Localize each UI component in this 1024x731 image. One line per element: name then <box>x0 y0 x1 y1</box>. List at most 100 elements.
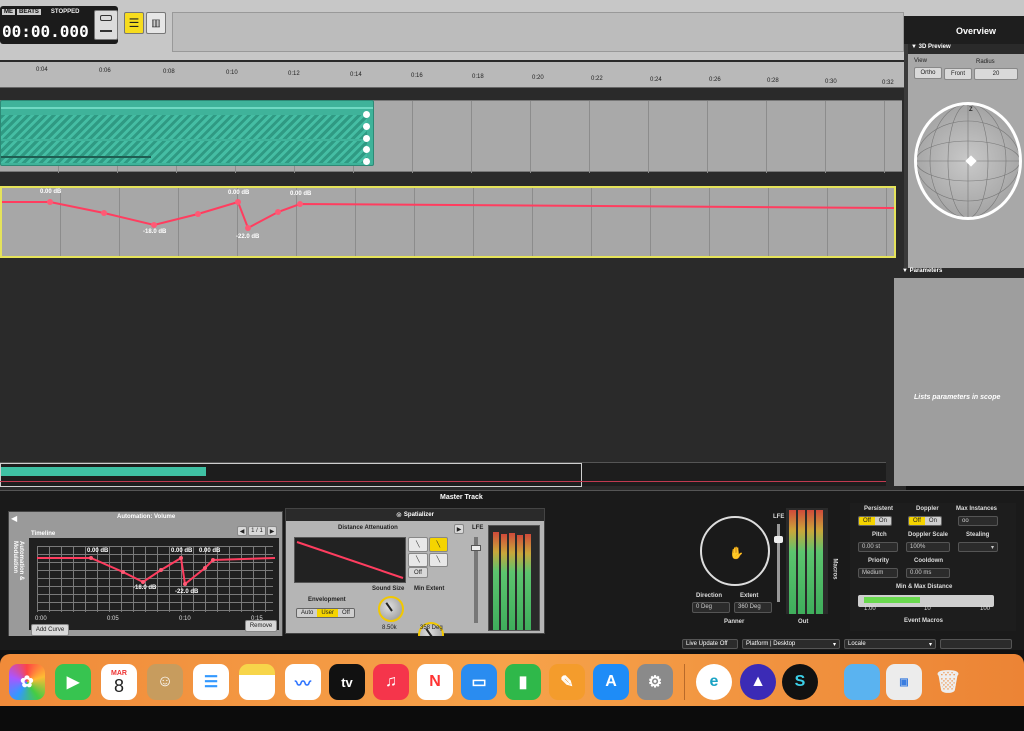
lfe-slider[interactable] <box>471 537 481 623</box>
overview-strip[interactable] <box>0 462 886 487</box>
doppler-toggle[interactable]: Off On <box>908 516 942 526</box>
music-icon[interactable]: ♫ <box>373 664 409 700</box>
macros-label: Macros <box>831 558 838 580</box>
stealing-dropdown[interactable]: ▾ <box>958 542 998 552</box>
master-lfe-slider[interactable] <box>774 524 783 602</box>
env-off-option[interactable]: Off <box>338 609 354 617</box>
automation-point[interactable] <box>235 199 241 205</box>
mini-volume-curve[interactable] <box>29 538 279 630</box>
play-icon[interactable]: ▶ <box>454 524 464 534</box>
radius-label: Radius <box>976 59 995 65</box>
reminders-icon[interactable]: ☰ <box>193 664 229 700</box>
edge-icon[interactable]: e <box>696 664 732 700</box>
persistent-toggle[interactable]: Off On <box>858 516 892 526</box>
list-icon: ☰ <box>128 16 140 30</box>
notes-icon[interactable] <box>239 664 275 700</box>
automation-point[interactable] <box>195 211 201 217</box>
contacts-icon[interactable]: ☺ <box>147 664 183 700</box>
live-update-button[interactable]: Live Update Off <box>682 639 738 649</box>
stealing-label: Stealing <box>966 532 990 538</box>
facetime-icon[interactable]: ▶ <box>55 664 91 700</box>
automation-lane[interactable]: 0.00 dB -18.0 dB 0.00 dB -22.0 dB 0.00 d… <box>0 186 896 258</box>
doppler-scale-field[interactable]: 100% <box>906 542 950 552</box>
overview-viewport[interactable] <box>0 463 582 487</box>
system-settings-icon[interactable]: ⚙ <box>637 664 673 700</box>
timeline-ruler[interactable]: 0:04 0:06 0:08 0:10 0:12 0:14 0:16 0:18 … <box>0 62 904 88</box>
automation-point[interactable] <box>275 209 281 215</box>
doppler-on[interactable]: On <box>924 517 941 525</box>
folder-icon[interactable] <box>844 664 880 700</box>
beats-mode-tab[interactable]: BEATS <box>17 9 41 15</box>
direction-field[interactable]: 0 Deg <box>692 602 730 613</box>
keynote-icon[interactable]: ▭ <box>461 664 497 700</box>
sound-size-knob[interactable] <box>378 596 404 622</box>
automation-point[interactable] <box>297 201 303 207</box>
attenuation-graph[interactable] <box>294 537 406 583</box>
loop-toggle[interactable] <box>94 10 118 40</box>
collapse-arrow-icon[interactable]: ◀ <box>11 514 17 523</box>
doppler-label: Doppler <box>916 506 939 512</box>
inverse-curve-icon[interactable]: ╲ <box>428 552 448 567</box>
slider-thumb[interactable] <box>471 545 481 551</box>
fmod-icon[interactable]: S <box>782 664 818 700</box>
platform-dropdown[interactable]: Platform | Desktop ▾ <box>742 639 840 649</box>
app-store-icon[interactable]: A <box>593 664 629 700</box>
out-label: Out <box>798 619 809 625</box>
preview-sphere[interactable]: Z <box>914 102 1022 220</box>
linear-curve-active-icon[interactable]: ╲ <box>428 537 448 552</box>
remove-button[interactable]: Remove <box>245 620 277 632</box>
persistent-on[interactable]: On <box>874 517 891 525</box>
next-page-icon[interactable]: ▶ <box>267 526 277 536</box>
automation-point[interactable] <box>151 222 157 228</box>
doppler-off[interactable]: Off <box>909 517 925 525</box>
cooldown-field[interactable]: 0.00 ms <box>906 568 950 578</box>
linear-curve-icon[interactable]: ╲ <box>408 537 428 552</box>
max-instances-field[interactable]: oo <box>958 516 998 526</box>
photos-icon[interactable]: ✿ <box>9 664 45 700</box>
radius-field[interactable]: 20 <box>974 68 1018 80</box>
pages-icon[interactable]: ✎ <box>549 664 585 700</box>
section-header[interactable]: ▼ Parameters <box>894 268 1024 278</box>
front-button[interactable]: Front <box>944 68 972 80</box>
extent-field[interactable]: 360 Deg <box>734 602 772 613</box>
trash-icon[interactable]: 🗑 <box>930 664 966 700</box>
envelopment-toggle[interactable]: Auto User Off <box>296 608 355 618</box>
distance-attenuation-label: Distance Attenuation <box>338 525 398 531</box>
automation-point[interactable] <box>47 199 53 205</box>
event-macros-label: Event Macros <box>904 618 944 624</box>
arc-icon[interactable]: ▲ <box>740 664 776 700</box>
preview-icon[interactable]: ▣ <box>886 664 922 700</box>
page-nav[interactable]: ◀ 1 / 1 ▶ <box>237 526 277 536</box>
attenuation-off-button[interactable]: Off <box>408 567 428 578</box>
freeform-icon[interactable]: 〰 <box>285 664 321 700</box>
pitch-field[interactable]: 0.00 st <box>858 542 898 552</box>
time-mode-tab[interactable]: ME <box>2 9 15 15</box>
env-user-option[interactable]: User <box>317 609 339 617</box>
persistent-off[interactable]: Off <box>859 517 875 525</box>
volume-curve[interactable] <box>2 188 894 256</box>
dock-separator <box>684 664 685 700</box>
mixer-view-button[interactable]: ▥ <box>146 12 166 34</box>
list-view-button[interactable]: ☰ <box>124 12 144 34</box>
apple-tv-icon[interactable]: tv <box>329 664 365 700</box>
clip-handles[interactable] <box>363 111 371 165</box>
squared-curve-icon[interactable]: ╲ <box>408 552 428 567</box>
numbers-icon[interactable]: ▮ <box>505 664 541 700</box>
automation-point[interactable] <box>245 225 251 231</box>
audio-clip[interactable] <box>0 100 374 166</box>
toolbar-slot <box>172 12 904 52</box>
panner[interactable]: ✋ <box>700 516 770 586</box>
add-curve-button[interactable]: Add Curve <box>31 624 69 636</box>
min-extent-label: Min Extent <box>414 586 445 592</box>
news-icon[interactable]: N <box>417 664 453 700</box>
prev-page-icon[interactable]: ◀ <box>237 526 247 536</box>
ortho-button[interactable]: Ortho <box>914 67 942 79</box>
env-auto-option[interactable]: Auto <box>297 609 318 617</box>
locale-dropdown[interactable]: Locale ▾ <box>844 639 936 649</box>
curve-graph[interactable]: Timeline 0.00 dB 0.00 dB 0.00 dB -18.0 d… <box>29 531 279 630</box>
section-header[interactable]: ▼ 3D Preview <box>908 44 1024 54</box>
priority-dropdown[interactable]: Medium <box>858 568 898 578</box>
slider-thumb[interactable] <box>774 536 783 543</box>
calendar-icon[interactable]: MAR 8 <box>101 664 137 700</box>
automation-point[interactable] <box>101 210 107 216</box>
